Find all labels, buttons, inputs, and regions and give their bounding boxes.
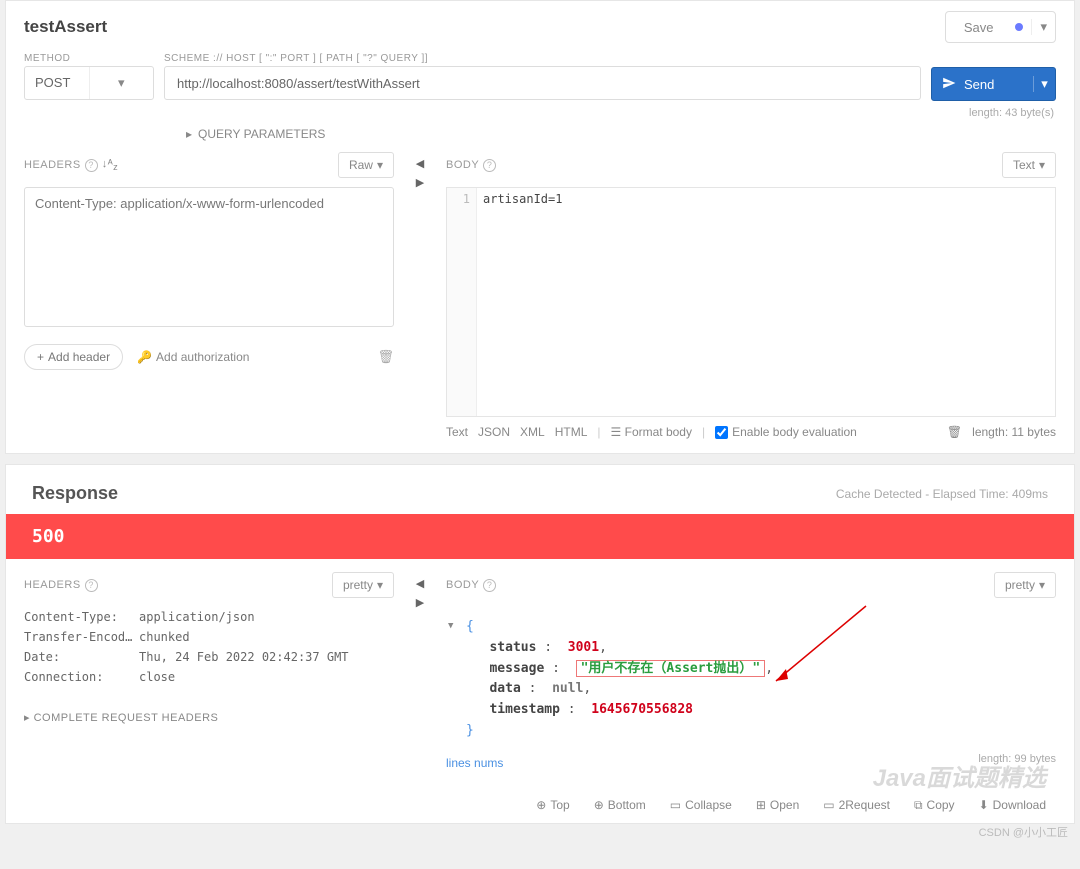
headers-input[interactable]: Content-Type: application/x-www-form-url… <box>24 187 394 327</box>
complete-headers-toggle[interactable]: ▸ COMPLETE REQUEST HEADERS <box>24 705 394 730</box>
body-editor[interactable]: 1 artisanId=1 <box>446 187 1056 417</box>
collapse-icon[interactable]: ▼ <box>448 619 453 633</box>
pane-resize: ◀ ▶ <box>400 571 440 770</box>
help-icon[interactable]: ? <box>483 159 496 172</box>
response-panel: Response Cache Detected - Elapsed Time: … <box>5 464 1075 824</box>
caret-right-icon: ▸ <box>186 127 192 141</box>
collapse-right-icon[interactable]: ▶ <box>416 176 424 189</box>
request-title: testAssert <box>24 17 107 37</box>
chevron-down-icon: ▾ <box>377 578 383 592</box>
add-header-button[interactable]: +Add header <box>24 344 123 370</box>
response-headers-list: Content-Type:application/json Transfer-E… <box>24 607 394 687</box>
response-footer: ⊕ Top ⊕ Bottom ▭ Collapse ⊞ Open ▭ 2Requ… <box>6 782 1074 823</box>
request-headers-section: HEADERS ? ↓ᴬᴢ Raw ▾ Content-Type: applic… <box>24 151 394 439</box>
chevron-down-icon[interactable]: ▾ <box>89 67 154 99</box>
response-json: ▼ { status : 3001, message : "用户不存在（Asse… <box>446 607 1056 742</box>
unsaved-dot-icon <box>1015 23 1023 31</box>
line-gutter: 1 <box>447 188 477 416</box>
url-length: length: 43 byte(s) <box>6 105 1074 123</box>
trash-icon[interactable]: 🗑 <box>377 349 394 365</box>
headers-title: HEADERS <box>24 159 81 171</box>
send-button[interactable]: Send ▾ <box>931 67 1056 101</box>
download-button[interactable]: ⬇ Download <box>979 798 1046 813</box>
highlighted-message: "用户不存在（Assert抛出）" <box>576 660 766 677</box>
help-icon[interactable]: ? <box>483 579 496 592</box>
url-label: SCHEME :// HOST [ ":" PORT ] [ PATH [ "?… <box>164 53 921 64</box>
send-label: Send <box>964 77 1033 92</box>
collapse-left-icon[interactable]: ◀ <box>416 157 424 170</box>
help-icon[interactable]: ? <box>85 159 98 172</box>
response-title: Response <box>32 483 118 504</box>
raw-toggle[interactable]: Raw ▾ <box>338 152 394 178</box>
request-body-section: BODY ? Text ▾ 1 artisanId=1 Text JSON XM… <box>446 151 1056 439</box>
format-html[interactable]: HTML <box>555 425 588 439</box>
sort-icon[interactable]: ↓ᴬᴢ <box>102 158 119 172</box>
header-row: Connection:close <box>24 667 394 687</box>
format-text[interactable]: Text <box>446 425 468 439</box>
send-icon <box>932 76 964 93</box>
chevron-down-icon: ▾ <box>1039 578 1045 592</box>
pane-resize: ◀ ▶ <box>400 151 440 439</box>
header-row: Transfer-Encodin…chunked <box>24 627 394 647</box>
body-view-toggle[interactable]: pretty ▾ <box>994 572 1056 598</box>
trash-icon[interactable]: 🗑 <box>947 425 962 439</box>
annotation-arrow-icon <box>766 601 876 701</box>
header-row: Content-Type:application/json <box>24 607 394 627</box>
save-label: Save <box>946 20 1008 35</box>
add-authorization-link[interactable]: 🔑Add authorization <box>137 350 249 364</box>
help-icon[interactable]: ? <box>85 579 98 592</box>
body-title: BODY <box>446 159 479 171</box>
top-button[interactable]: ⊕ Top <box>536 798 569 813</box>
url-input[interactable] <box>164 66 921 100</box>
response-body-length: length: 99 bytes <box>978 753 1056 765</box>
format-json[interactable]: JSON <box>478 425 510 439</box>
key-icon: 🔑 <box>137 350 152 364</box>
body-length: length: 11 bytes <box>972 425 1056 439</box>
credit: CSDN @小小工匠 <box>0 824 1080 846</box>
collapse-right-icon[interactable]: ▶ <box>416 596 424 609</box>
method-label: METHOD <box>24 53 154 64</box>
query-params-toggle[interactable]: ▸QUERY PARAMETERS <box>6 123 1074 151</box>
body-format-toggle[interactable]: Text ▾ <box>1002 152 1056 178</box>
method-select[interactable]: POST ▾ <box>24 66 154 100</box>
method-value: POST <box>25 67 89 99</box>
copy-button[interactable]: ⧉ Copy <box>914 798 955 813</box>
response-headers-section: HEADERS ? pretty ▾ Content-Type:applicat… <box>24 571 394 770</box>
status-code: 500 <box>6 514 1074 559</box>
body-content: artisanId=1 <box>477 188 568 416</box>
save-button[interactable]: Save ▾ <box>945 11 1056 43</box>
chevron-down-icon: ▾ <box>377 158 383 172</box>
request-panel: testAssert Save ▾ METHOD POST ▾ SCHEME :… <box>5 0 1075 454</box>
chevron-down-icon: ▾ <box>1039 158 1045 172</box>
bottom-button[interactable]: ⊕ Bottom <box>594 798 646 813</box>
response-body-section: BODY ? pretty ▾ ▼ { status : 3001, messa… <box>446 571 1056 770</box>
headers-view-toggle[interactable]: pretty ▾ <box>332 572 394 598</box>
request-button[interactable]: ▭ 2Request <box>823 798 890 813</box>
save-dropdown-icon[interactable]: ▾ <box>1031 19 1055 35</box>
enable-eval-checkbox[interactable]: Enable body evaluation <box>715 425 857 439</box>
lines-nums-link[interactable]: lines nums <box>446 756 503 770</box>
plus-icon: + <box>37 350 44 364</box>
collapse-left-icon[interactable]: ◀ <box>416 577 424 590</box>
response-timing: Cache Detected - Elapsed Time: 409ms <box>836 487 1048 501</box>
send-dropdown-icon[interactable]: ▾ <box>1033 76 1055 92</box>
collapse-button[interactable]: ▭ Collapse <box>670 798 732 813</box>
format-body-button[interactable]: ☰ Format body <box>611 425 692 439</box>
header-row: Date:Thu, 24 Feb 2022 02:42:37 GMT <box>24 647 394 667</box>
format-xml[interactable]: XML <box>520 425 545 439</box>
open-button[interactable]: ⊞ Open <box>756 798 799 813</box>
